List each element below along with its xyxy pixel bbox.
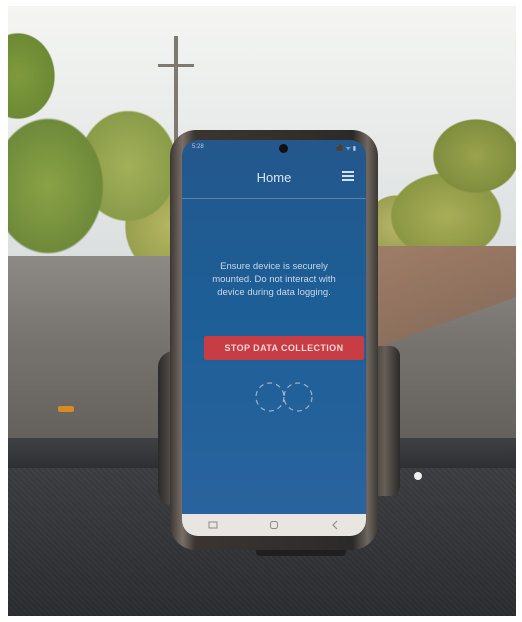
mounting-instructions: Ensure device is securely mounted. Do no… <box>212 261 336 298</box>
phone: 5:28 ⬛ ᯤ ▮ Home Ensure device is securel… <box>170 130 378 550</box>
back-icon[interactable] <box>329 520 341 530</box>
phone-screen: 5:28 ⬛ ᯤ ▮ Home Ensure device is securel… <box>182 140 366 536</box>
status-bar: 5:28 ⬛ ᯤ ▮ <box>192 144 356 154</box>
header-divider <box>182 198 366 199</box>
dashboard-photo: 5:28 ⬛ ᯤ ▮ Home Ensure device is securel… <box>8 6 516 616</box>
dashboard-sensor <box>414 472 422 480</box>
status-time: 5:28 <box>192 144 204 150</box>
spinner-icon <box>255 382 313 412</box>
hamburger-menu-icon[interactable] <box>342 171 354 181</box>
home-icon[interactable] <box>268 520 280 530</box>
road-marker <box>58 406 74 412</box>
system-nav-bar <box>182 514 366 536</box>
trees-right <box>366 106 516 266</box>
recent-apps-icon[interactable] <box>207 520 219 530</box>
utility-pole <box>174 36 178 146</box>
stop-data-collection-button[interactable]: STOP DATA COLLECTION <box>204 336 364 360</box>
utility-pole-crossbar <box>158 64 194 67</box>
status-indicators: ⬛ ᯤ ▮ <box>336 146 356 152</box>
page-title: Home <box>256 170 292 185</box>
